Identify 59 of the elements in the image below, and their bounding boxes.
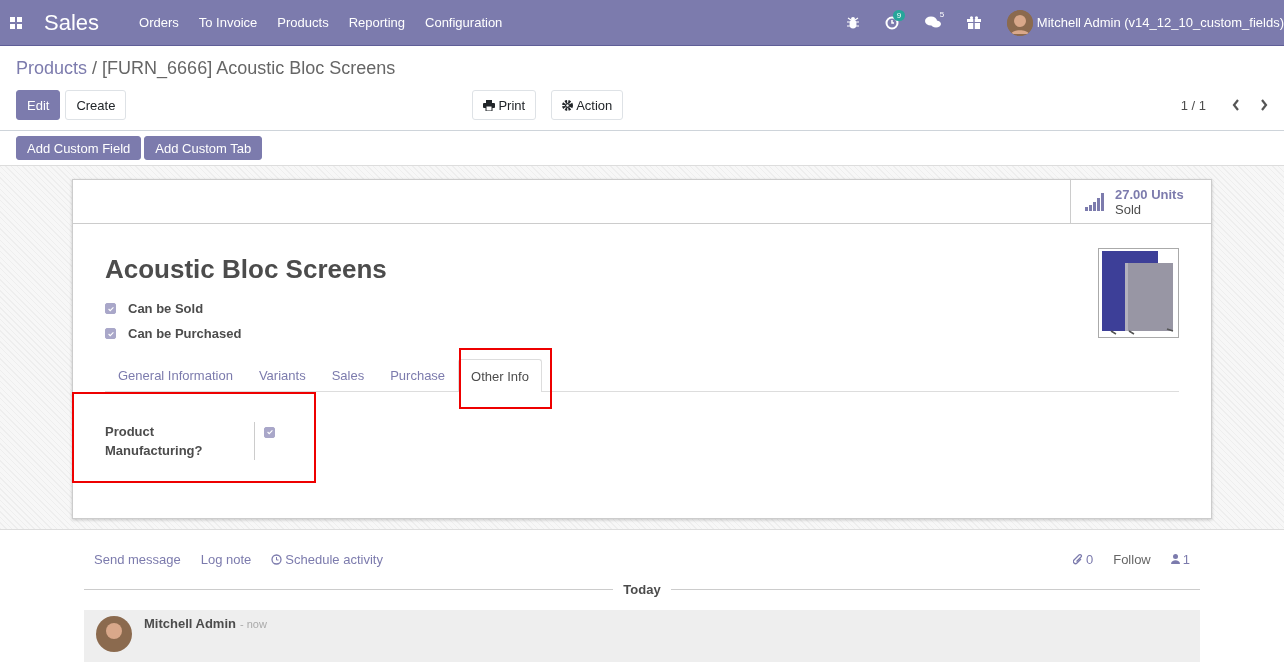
paperclip-icon: [1072, 553, 1083, 565]
person-icon: [1170, 554, 1180, 564]
next-icon[interactable]: [1260, 99, 1268, 111]
app-title[interactable]: Sales: [44, 9, 100, 36]
apps-menu-icon[interactable]: [10, 16, 22, 29]
avatar-icon[interactable]: [1006, 9, 1033, 36]
followers-button[interactable]: 1: [1170, 551, 1190, 567]
menu-item[interactable]: Configuration: [425, 15, 503, 30]
check-icon: [106, 304, 115, 313]
breadcrumb-link[interactable]: Products: [16, 58, 88, 78]
message-count: 5: [939, 10, 945, 19]
chat-icon[interactable]: [924, 16, 941, 29]
edit-button[interactable]: Edit: [16, 90, 61, 120]
field-label: Product Manufacturing?: [105, 422, 255, 460]
menu-item[interactable]: Reporting: [348, 15, 405, 30]
previous-icon[interactable]: [1232, 99, 1240, 111]
follow-button[interactable]: Follow: [1113, 551, 1151, 567]
log-note-link[interactable]: Log note: [200, 551, 252, 567]
menu-item[interactable]: Orders: [139, 15, 179, 30]
form-tab[interactable]: Sales: [318, 359, 378, 391]
user-name[interactable]: Mitchell Admin (v14_12_10_custom_fields): [1036, 15, 1284, 30]
activity-count-badge: 9: [892, 9, 906, 21]
attachments-button[interactable]: 0: [1072, 551, 1094, 567]
check-icon: [106, 329, 115, 338]
checkbox[interactable]: [105, 303, 116, 314]
form-tab[interactable]: Variants: [245, 359, 319, 391]
form-tab[interactable]: Other Info: [458, 359, 542, 392]
checkbox-label: Can be Sold: [128, 301, 204, 316]
breadcrumb-separator: /: [92, 58, 98, 78]
check-icon: [265, 428, 274, 436]
menu-item[interactable]: To Invoice: [198, 15, 258, 30]
avatar-icon: [96, 616, 132, 652]
printer-icon: [483, 99, 496, 111]
print-button[interactable]: Print: [472, 90, 537, 120]
create-button[interactable]: Create: [65, 90, 127, 120]
checkbox[interactable]: [264, 426, 275, 438]
pager-value: 1 / 1: [1180, 97, 1206, 113]
record-title: [FURN_6666] Acoustic Bloc Screens: [102, 58, 396, 78]
checkbox[interactable]: [105, 328, 116, 339]
message-time: - now: [239, 618, 267, 630]
checkbox-label: Can be Purchased: [128, 326, 242, 341]
date-divider-label: Today: [623, 582, 661, 597]
schedule-activity-link[interactable]: Schedule activity: [271, 551, 383, 567]
sold-stat-button[interactable]: 27.00 Units Sold: [1070, 180, 1211, 223]
send-message-link[interactable]: Send message: [94, 551, 181, 567]
clock-icon[interactable]: [884, 15, 899, 30]
gear-icon: [562, 99, 574, 111]
add-custom-button[interactable]: Add Custom Tab: [144, 136, 263, 160]
menu-item[interactable]: Products: [277, 15, 329, 30]
bar-chart-icon: [1085, 192, 1105, 211]
product-name: Acoustic Bloc Screens: [105, 254, 388, 285]
action-button[interactable]: Action: [551, 90, 624, 120]
form-tab[interactable]: General Information: [105, 359, 246, 391]
form-tab[interactable]: Purchase: [377, 359, 459, 391]
clock-icon: [271, 553, 283, 565]
bug-icon[interactable]: [846, 16, 859, 29]
message-author: Mitchell Admin: [144, 616, 236, 631]
gift-icon[interactable]: [966, 16, 981, 29]
add-custom-button[interactable]: Add Custom Field: [16, 136, 142, 160]
